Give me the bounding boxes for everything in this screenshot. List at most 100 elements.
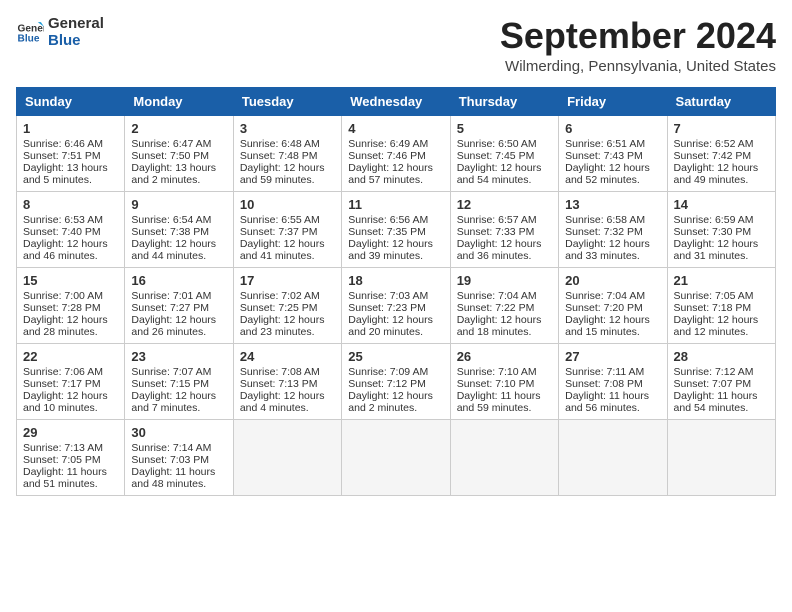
sunset: Sunset: 7:33 PM — [457, 226, 535, 238]
sunrise: Sunrise: 6:50 AM — [457, 138, 537, 150]
day-number: 28 — [674, 349, 769, 364]
daylight: Daylight: 12 hours and 2 minutes. — [348, 390, 433, 414]
sunrise: Sunrise: 6:48 AM — [240, 138, 320, 150]
table-row: 2Sunrise: 6:47 AMSunset: 7:50 PMDaylight… — [125, 115, 233, 191]
daylight: Daylight: 12 hours and 23 minutes. — [240, 314, 325, 338]
col-friday: Friday — [559, 87, 667, 115]
logo-line2: Blue — [48, 33, 104, 50]
day-number: 16 — [131, 273, 226, 288]
logo-line1: General — [48, 16, 104, 33]
svg-text:Blue: Blue — [18, 33, 40, 44]
sunset: Sunset: 7:32 PM — [565, 226, 643, 238]
daylight: Daylight: 12 hours and 59 minutes. — [240, 162, 325, 186]
table-row: 17Sunrise: 7:02 AMSunset: 7:25 PMDayligh… — [233, 267, 341, 343]
sunrise: Sunrise: 7:12 AM — [674, 366, 754, 378]
table-row: 5Sunrise: 6:50 AMSunset: 7:45 PMDaylight… — [450, 115, 558, 191]
sunrise: Sunrise: 6:56 AM — [348, 214, 428, 226]
table-row: 30Sunrise: 7:14 AMSunset: 7:03 PMDayligh… — [125, 419, 233, 495]
sunset: Sunset: 7:12 PM — [348, 378, 426, 390]
sunrise: Sunrise: 7:13 AM — [23, 442, 103, 454]
day-number: 10 — [240, 197, 335, 212]
table-row: 11Sunrise: 6:56 AMSunset: 7:35 PMDayligh… — [342, 191, 450, 267]
table-row: 7Sunrise: 6:52 AMSunset: 7:42 PMDaylight… — [667, 115, 775, 191]
sunrise: Sunrise: 6:59 AM — [674, 214, 754, 226]
sunset: Sunset: 7:40 PM — [23, 226, 101, 238]
col-wednesday: Wednesday — [342, 87, 450, 115]
table-row: 28Sunrise: 7:12 AMSunset: 7:07 PMDayligh… — [667, 343, 775, 419]
sunrise: Sunrise: 7:05 AM — [674, 290, 754, 302]
logo-icon: General Blue — [16, 19, 44, 47]
day-number: 15 — [23, 273, 118, 288]
day-number: 3 — [240, 121, 335, 136]
sunrise: Sunrise: 7:09 AM — [348, 366, 428, 378]
table-row: 19Sunrise: 7:04 AMSunset: 7:22 PMDayligh… — [450, 267, 558, 343]
sunset: Sunset: 7:35 PM — [348, 226, 426, 238]
sunrise: Sunrise: 6:52 AM — [674, 138, 754, 150]
table-row — [342, 419, 450, 495]
sunset: Sunset: 7:13 PM — [240, 378, 318, 390]
sunset: Sunset: 7:27 PM — [131, 302, 209, 314]
col-thursday: Thursday — [450, 87, 558, 115]
sunset: Sunset: 7:25 PM — [240, 302, 318, 314]
daylight: Daylight: 12 hours and 7 minutes. — [131, 390, 216, 414]
day-number: 20 — [565, 273, 660, 288]
day-number: 26 — [457, 349, 552, 364]
daylight: Daylight: 12 hours and 10 minutes. — [23, 390, 108, 414]
table-row: 8 Sunrise: 6:53 AMSunset: 7:40 PMDaylight… — [17, 191, 125, 267]
table-row: 4Sunrise: 6:49 AMSunset: 7:46 PMDaylight… — [342, 115, 450, 191]
table-row — [667, 419, 775, 495]
daylight: Daylight: 13 hours and 2 minutes. — [131, 162, 216, 186]
day-number: 1 — [23, 121, 118, 136]
sunrise: Sunrise: 6:46 AM — [23, 138, 103, 150]
sunrise: Sunrise: 7:11 AM — [565, 366, 644, 378]
sunrise: Sunrise: 6:53 AM — [23, 214, 103, 226]
day-number: 25 — [348, 349, 443, 364]
table-row: 27Sunrise: 7:11 AMSunset: 7:08 PMDayligh… — [559, 343, 667, 419]
calendar-week-row: 15Sunrise: 7:00 AMSunset: 7:28 PMDayligh… — [17, 267, 776, 343]
day-number: 27 — [565, 349, 660, 364]
sunrise: Sunrise: 6:55 AM — [240, 214, 320, 226]
daylight: Daylight: 12 hours and 15 minutes. — [565, 314, 650, 338]
daylight: Daylight: 11 hours and 59 minutes. — [457, 390, 541, 414]
sunrise: Sunrise: 6:51 AM — [565, 138, 645, 150]
sunset: Sunset: 7:22 PM — [457, 302, 535, 314]
sunset: Sunset: 7:10 PM — [457, 378, 535, 390]
day-number: 9 — [131, 197, 226, 212]
day-number: 21 — [674, 273, 769, 288]
table-row: 23Sunrise: 7:07 AMSunset: 7:15 PMDayligh… — [125, 343, 233, 419]
daylight: Daylight: 12 hours and 20 minutes. — [348, 314, 433, 338]
sunset: Sunset: 7:51 PM — [23, 150, 101, 162]
table-row: 12Sunrise: 6:57 AMSunset: 7:33 PMDayligh… — [450, 191, 558, 267]
table-row: 15Sunrise: 7:00 AMSunset: 7:28 PMDayligh… — [17, 267, 125, 343]
sunrise: Sunrise: 7:03 AM — [348, 290, 428, 302]
table-row: 1Sunrise: 6:46 AMSunset: 7:51 PMDaylight… — [17, 115, 125, 191]
month-title: September 2024 — [500, 16, 776, 56]
day-number: 4 — [348, 121, 443, 136]
day-number: 8 — [23, 197, 118, 212]
day-number: 6 — [565, 121, 660, 136]
table-row: 10Sunrise: 6:55 AMSunset: 7:37 PMDayligh… — [233, 191, 341, 267]
sunrise: Sunrise: 6:57 AM — [457, 214, 537, 226]
daylight: Daylight: 12 hours and 57 minutes. — [348, 162, 433, 186]
day-number: 5 — [457, 121, 552, 136]
day-number: 2 — [131, 121, 226, 136]
sunset: Sunset: 7:45 PM — [457, 150, 535, 162]
table-row: 26Sunrise: 7:10 AMSunset: 7:10 PMDayligh… — [450, 343, 558, 419]
daylight: Daylight: 12 hours and 46 minutes. — [23, 238, 108, 262]
col-tuesday: Tuesday — [233, 87, 341, 115]
sunrise: Sunrise: 7:01 AM — [131, 290, 211, 302]
table-row: 29Sunrise: 7:13 AMSunset: 7:05 PMDayligh… — [17, 419, 125, 495]
table-row: 22Sunrise: 7:06 AMSunset: 7:17 PMDayligh… — [17, 343, 125, 419]
sunset: Sunset: 7:46 PM — [348, 150, 426, 162]
sunset: Sunset: 7:17 PM — [23, 378, 101, 390]
day-number: 17 — [240, 273, 335, 288]
logo: General Blue General Blue — [16, 16, 104, 49]
daylight: Daylight: 12 hours and 39 minutes. — [348, 238, 433, 262]
sunset: Sunset: 7:18 PM — [674, 302, 752, 314]
table-row: 9Sunrise: 6:54 AMSunset: 7:38 PMDaylight… — [125, 191, 233, 267]
sunset: Sunset: 7:43 PM — [565, 150, 643, 162]
header: General Blue General Blue September 2024… — [16, 16, 776, 75]
sunset: Sunset: 7:05 PM — [23, 454, 101, 466]
calendar-week-row: 22Sunrise: 7:06 AMSunset: 7:17 PMDayligh… — [17, 343, 776, 419]
day-number: 24 — [240, 349, 335, 364]
